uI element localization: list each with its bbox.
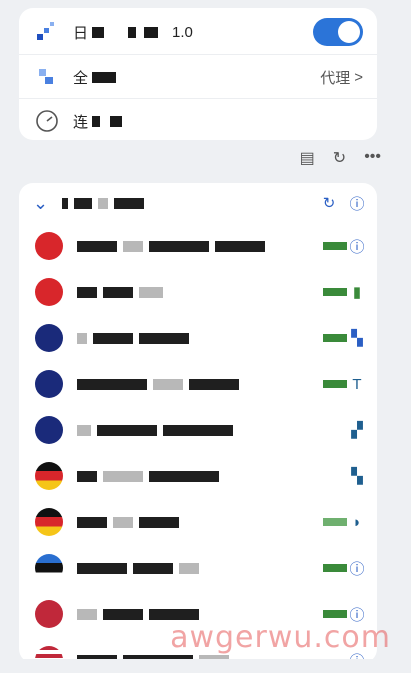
setting-row-3-label: 连	[73, 113, 89, 131]
list-item[interactable]: ⓘ	[19, 223, 377, 269]
redacted-text	[92, 26, 105, 38]
t-icon: T	[352, 375, 362, 393]
list-item[interactable]: ▚	[19, 315, 377, 361]
info-icon[interactable]: ⓘ	[347, 558, 367, 578]
flag-australia-icon	[35, 416, 63, 444]
latency-indicator	[323, 380, 347, 388]
list-item[interactable]: ⓘ	[19, 545, 377, 591]
chevron-down-icon[interactable]: ⌄	[33, 193, 48, 214]
refresh-icon[interactable]: ↻	[333, 148, 346, 168]
group-header[interactable]: ⌄ ↻ ⓘ	[19, 183, 377, 223]
flag-hong-kong-icon	[35, 232, 63, 260]
speedometer-icon	[33, 107, 61, 135]
list-item[interactable]: ▞	[19, 407, 377, 453]
setting-row-1-label: 日	[73, 24, 89, 42]
leaf-icon: ◗	[352, 513, 362, 531]
grid-icon: ▚	[351, 330, 363, 347]
flag-germany-icon	[35, 462, 63, 490]
pixel-logo-icon	[33, 63, 61, 91]
redacted-text	[92, 71, 117, 83]
latency-indicator	[323, 288, 347, 296]
chevron-right-icon: >	[354, 68, 363, 86]
latency-indicator	[323, 610, 347, 618]
redacted-text	[144, 26, 159, 38]
setting-row-2[interactable]: 全 代理 >	[19, 54, 377, 99]
flag-australia-icon	[35, 324, 63, 352]
settings-card: 日 1.0 全 代理 > 连	[19, 8, 377, 140]
setting-row-1[interactable]: 日 1.0	[19, 10, 377, 54]
info-icon[interactable]: ⓘ	[347, 236, 367, 256]
bottom-nav	[0, 659, 411, 673]
version-label: 1.0	[172, 23, 193, 41]
clipboard-icon[interactable]: ▤	[300, 148, 315, 168]
signal-icon: ▮	[352, 284, 362, 301]
latency-indicator	[323, 564, 347, 572]
refresh-icon[interactable]: ↻	[319, 193, 339, 213]
latency-indicator	[323, 334, 347, 342]
redacted-text	[128, 26, 137, 38]
more-icon[interactable]: •••	[364, 148, 381, 168]
pixel-icon: ▞	[351, 422, 363, 439]
info-icon[interactable]: ⓘ	[347, 193, 367, 213]
list-item[interactable]: ▚	[19, 453, 377, 499]
proxy-mode-label[interactable]: 代理	[320, 67, 350, 88]
latency-indicator	[323, 242, 347, 250]
setting-row-2-label: 全	[73, 69, 89, 87]
node-list-card: ⌄ ↻ ⓘ ⓘ ▮ ▚ T ▞ ▚ ◗ ⓘ ⓘ ⓘ	[19, 183, 377, 663]
setting-row-3[interactable]: 连	[19, 98, 377, 143]
redacted-text	[110, 115, 123, 127]
flag-estonia-icon	[35, 554, 63, 582]
list-item[interactable]: ▮	[19, 269, 377, 315]
latency-indicator	[323, 518, 347, 526]
pixel-logo-icon	[33, 18, 61, 46]
flag-germany-icon	[35, 508, 63, 536]
redacted-text	[92, 115, 101, 127]
list-item[interactable]: ◗	[19, 499, 377, 545]
watermark-text: awgerwu.com	[170, 620, 391, 655]
flag-australia-icon	[35, 370, 63, 398]
main-toggle[interactable]	[313, 18, 363, 46]
flag-icon	[35, 600, 63, 628]
toolbar: ▤ ↻ •••	[300, 148, 381, 168]
flag-hong-kong-icon	[35, 278, 63, 306]
pixel-icon: ▚	[351, 468, 363, 485]
list-item[interactable]: T	[19, 361, 377, 407]
